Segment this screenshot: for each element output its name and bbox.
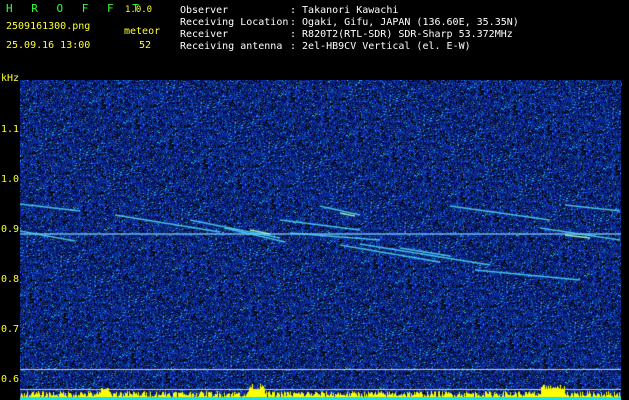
info-label-observer: Observer	[180, 5, 229, 16]
info-label-antenna: Receiving antenna	[180, 41, 283, 52]
info-value-receiver: : R820T2(RTL-SDR) SDR-Sharp 53.372MHz	[290, 29, 513, 40]
app-version: 1.0.0	[125, 5, 153, 15]
count-label: meteor	[124, 26, 161, 37]
info-value-location: : Ogaki, Gifu, JAPAN (136.60E, 35.35N)	[290, 17, 519, 28]
info-label-receiver: Receiver	[180, 29, 229, 40]
info-value-observer: : Takanori Kawachi	[290, 5, 399, 16]
y-tick-label: 0.8	[1, 274, 20, 285]
unit-label: kHz	[1, 73, 20, 84]
count-value: 52	[139, 40, 152, 51]
info-label-location: Receiving Location	[180, 17, 289, 28]
info-value-antenna: : 2el-HB9CV Vertical (el. E-W)	[290, 41, 471, 52]
spectrogram-canvas	[20, 80, 621, 400]
file-name: 2509161300.png	[6, 21, 91, 32]
y-tick-label: 1.0	[1, 174, 20, 185]
y-tick-label: 0.6	[1, 374, 20, 385]
y-tick-label: 0.9	[1, 224, 20, 235]
y-tick-label: 0.7	[1, 324, 20, 335]
date-time: 25.09.16 13:00	[6, 40, 91, 51]
spectrogram-plot	[20, 80, 621, 400]
y-tick-label: 1.1	[1, 124, 20, 135]
